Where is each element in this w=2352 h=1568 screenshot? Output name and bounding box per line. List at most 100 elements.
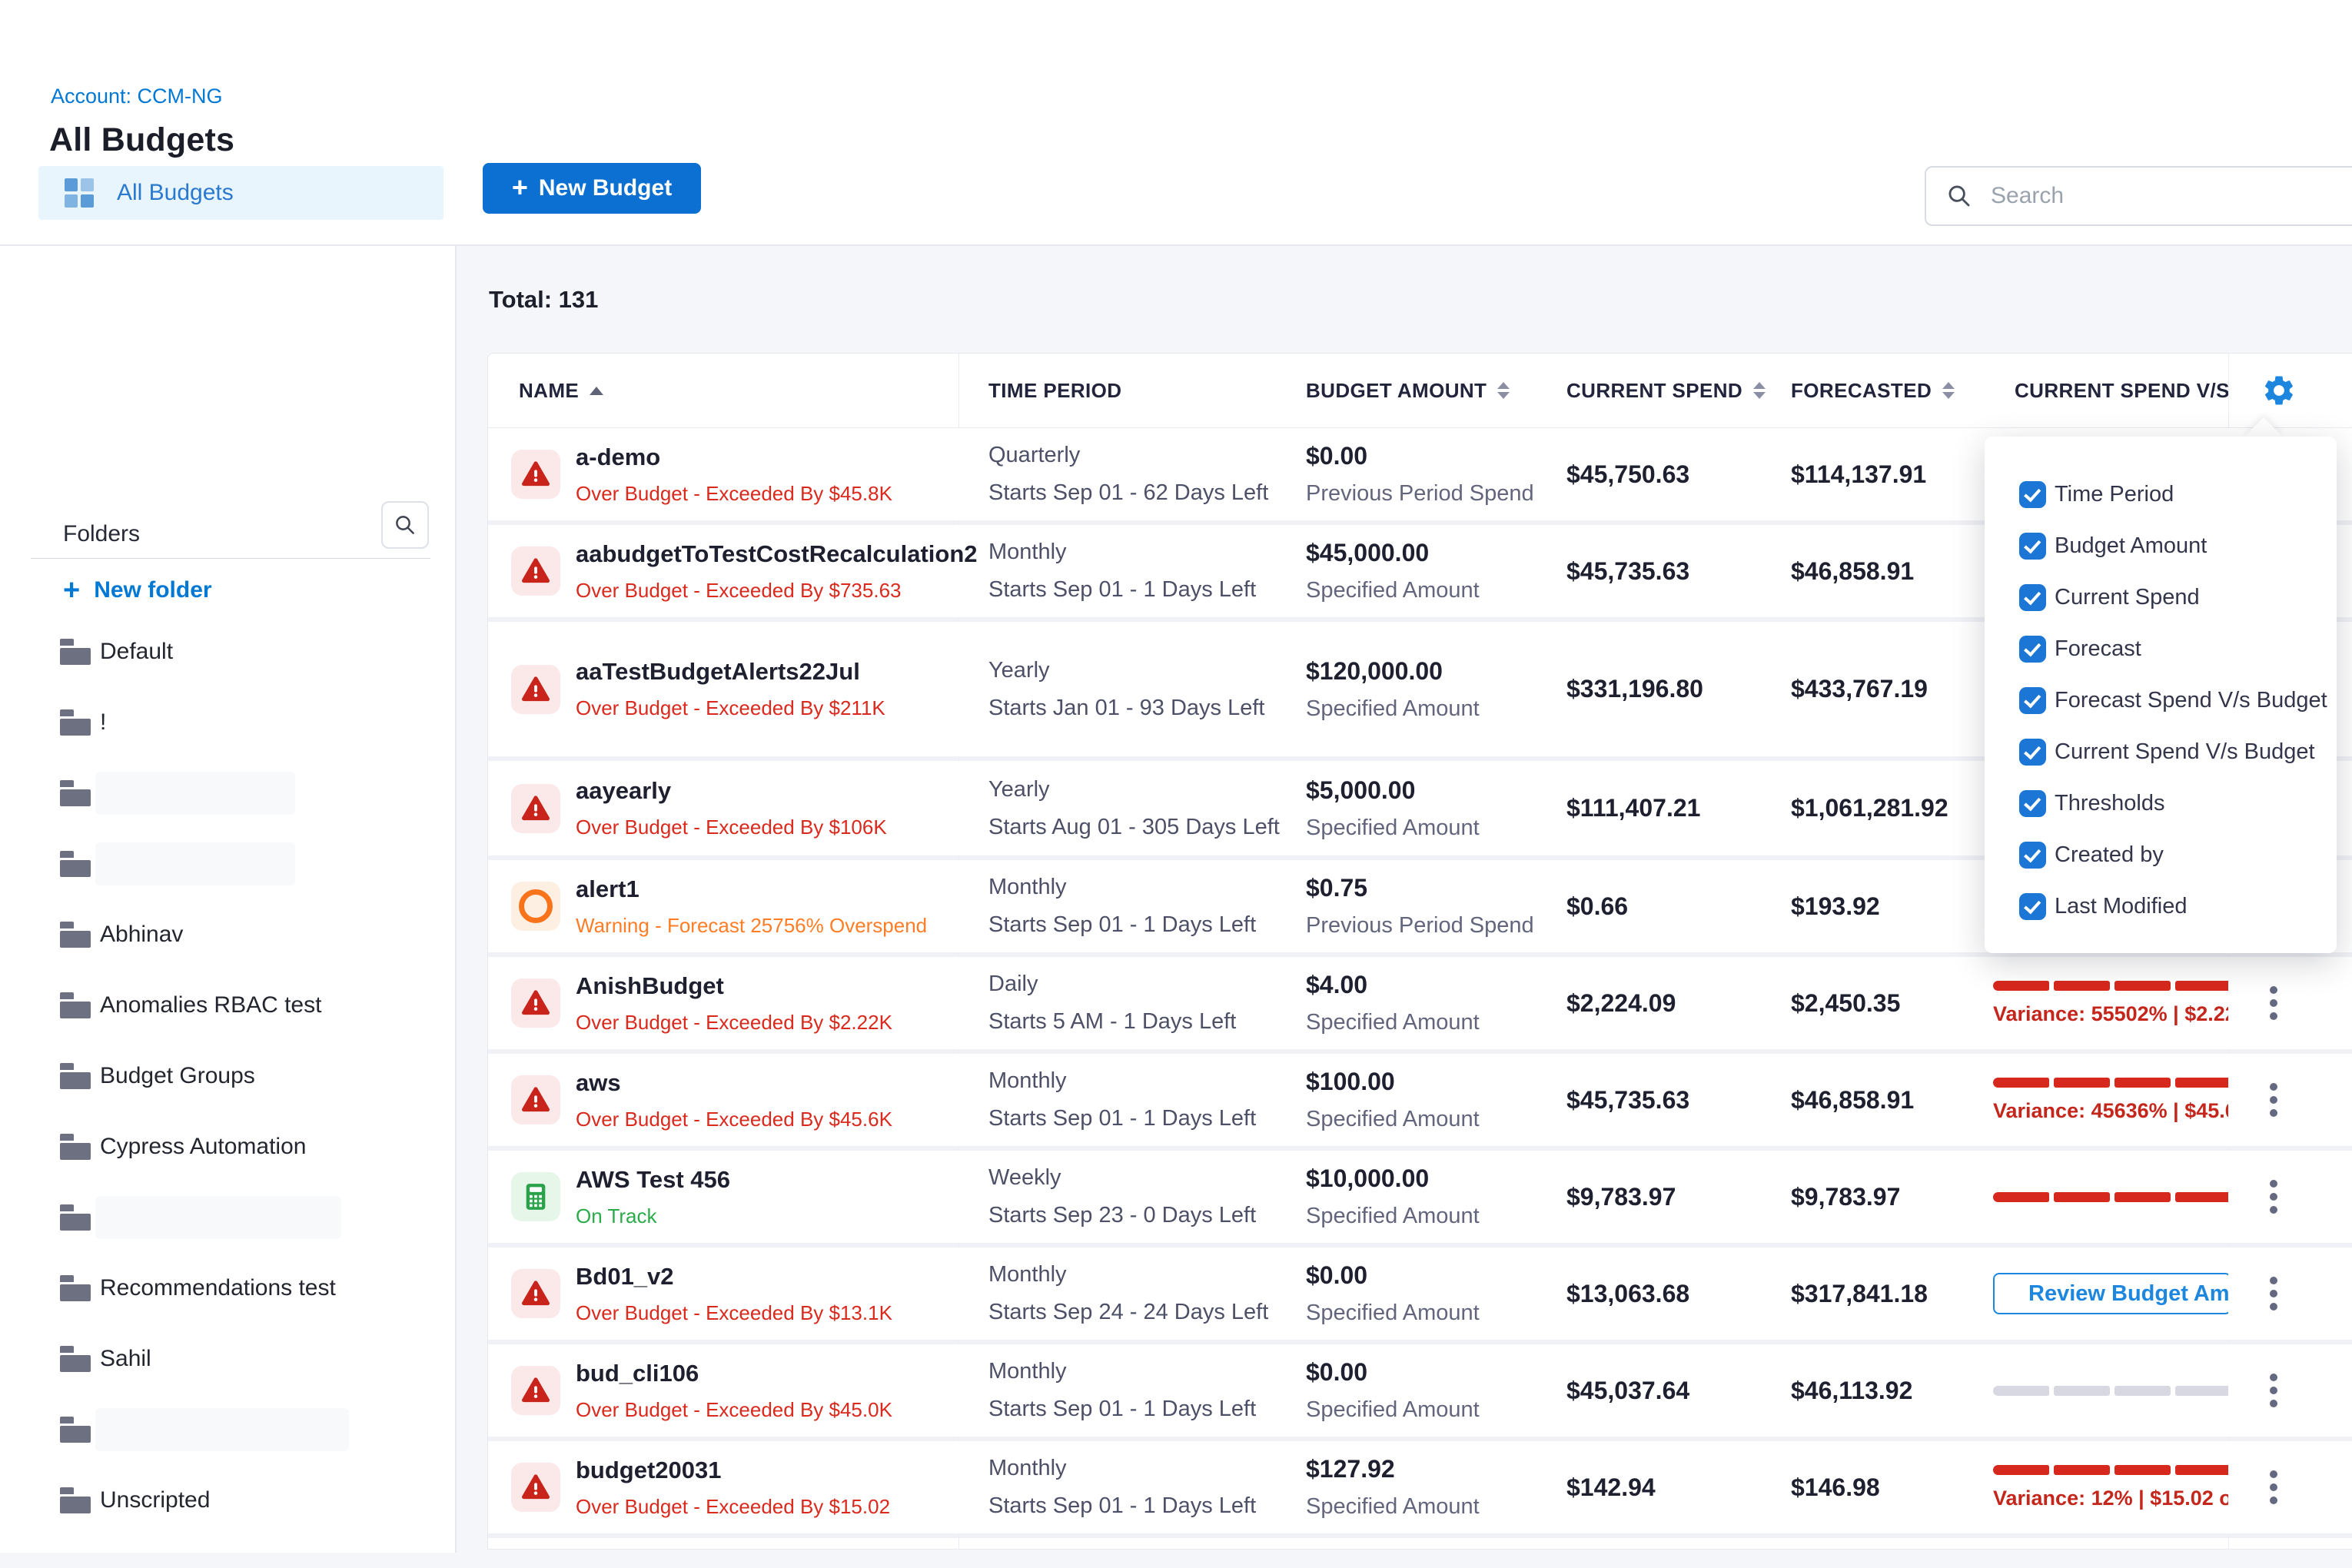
checkbox-checked[interactable] — [2019, 790, 2046, 817]
column-menu-item[interactable]: Last Modified — [1985, 881, 2337, 932]
search-box[interactable] — [1925, 166, 2352, 226]
period-type: Monthly — [988, 1456, 1256, 1481]
budget-name-cell: aabudgetToTestCostRecalculation2Over Bud… — [576, 525, 978, 617]
forecasted: $2,450.35 — [1791, 989, 1900, 1018]
checkbox-checked[interactable] — [2019, 687, 2046, 714]
table-row[interactable]: budget20031Over Budget - Exceeded By $15… — [488, 1441, 2352, 1533]
folder-item[interactable]: Unscripted — [0, 1465, 455, 1536]
new-budget-button[interactable]: + New Budget — [483, 163, 701, 214]
budget-status: Over Budget - Exceeded By $2.22K — [576, 1011, 892, 1035]
checkbox-checked[interactable] — [2019, 739, 2046, 766]
row-menu-kebab-button[interactable] — [2262, 1463, 2285, 1512]
warning-ring-icon — [519, 889, 553, 923]
column-header-name[interactable]: NAME — [519, 354, 603, 427]
folder-item[interactable]: Cypress Automation — [0, 1111, 455, 1182]
checkbox-checked[interactable] — [2019, 636, 2046, 663]
sidebar-item-all-budgets[interactable]: All Budgets — [38, 166, 443, 220]
budget-amount-cell: $0.00Previous Period Spend — [1306, 428, 1534, 520]
account-breadcrumb-link[interactable]: Account: CCM-NG — [51, 85, 223, 108]
folder-item[interactable]: Abhinav — [0, 899, 455, 970]
forecasted-cell: $46,858.91 — [1791, 525, 1914, 617]
table-row[interactable]: awsOver Budget - Exceeded By $45.6KMonth… — [488, 1054, 2352, 1146]
folder-icon — [60, 1487, 91, 1513]
folder-item[interactable] — [0, 758, 455, 829]
checkbox-checked[interactable] — [2019, 481, 2046, 508]
budget-amount-type: Specified Amount — [1306, 1010, 1480, 1035]
column-visibility-menu: Time PeriodBudget AmountCurrent SpendFor… — [1985, 437, 2337, 953]
budget-name: aabudgetToTestCostRecalculation2 — [576, 540, 978, 568]
row-menu-kebab-button[interactable] — [2262, 1075, 2285, 1125]
warning-triangle-icon — [520, 556, 551, 586]
folder-name: Unscripted — [100, 1487, 210, 1513]
budgets-grid-icon — [65, 178, 94, 208]
budget-name-cell: AnishBudgetOver Budget - Exceeded By $2.… — [576, 957, 892, 1049]
table-row[interactable]: bud_cli106Over Budget - Exceeded By $45.… — [488, 1344, 2352, 1437]
time-period-cell: MonthlyStarts Sep 01 - 1 Days Left — [988, 1054, 1256, 1146]
current-spend-cell: $45,735.63 — [1566, 525, 1689, 617]
folder-item[interactable]: Default — [0, 616, 455, 687]
forecasted-cell: $9,783.97 — [1791, 1151, 1900, 1243]
folder-item[interactable]: Budget Groups — [0, 1041, 455, 1111]
checkbox-checked[interactable] — [2019, 842, 2046, 869]
checkbox-checked[interactable] — [2019, 533, 2046, 560]
checkmark-icon — [2024, 793, 2041, 811]
column-header-label: NAME — [519, 379, 579, 403]
column-header-forecasted[interactable]: FORECASTED — [1791, 354, 1955, 427]
current-spend-cell: $111,407.21 — [1566, 761, 1700, 855]
status-icon — [511, 546, 560, 596]
table-header-row: NAMETIME PERIODBUDGET AMOUNTCURRENT SPEN… — [488, 354, 2352, 428]
plus-icon: + — [63, 576, 80, 605]
warning-triangle-icon — [520, 1472, 551, 1503]
folder-item[interactable]: ! — [0, 687, 455, 758]
table-row[interactable]: AWS Test 456On TrackWeeklyStarts Sep 23 … — [488, 1151, 2352, 1243]
row-menu-kebab-button[interactable] — [2262, 1269, 2285, 1318]
budget-amount-cell: $100.00Specified Amount — [1306, 1054, 1480, 1146]
period-detail: Starts Sep 01 - 1 Days Left — [988, 1493, 1256, 1519]
column-menu-item[interactable]: Time Period — [1985, 469, 2337, 520]
budget-amount-type: Specified Amount — [1306, 816, 1480, 841]
folder-icon — [60, 1346, 91, 1372]
table-row[interactable]: AnishBudgetOver Budget - Exceeded By $2.… — [488, 957, 2352, 1049]
current-spend: $111,407.21 — [1566, 794, 1700, 822]
column-menu-item[interactable]: Current Spend — [1985, 572, 2337, 623]
column-menu-item[interactable]: Budget Amount — [1985, 520, 2337, 572]
folder-item[interactable] — [0, 1394, 455, 1465]
folder-search-button[interactable] — [381, 501, 429, 549]
table-row[interactable]: Bd01_v2Over Budget - Exceeded By $13.1KM… — [488, 1247, 2352, 1340]
budget-amount-cell: $120,000.00Specified Amount — [1306, 622, 1480, 756]
search-input[interactable] — [1989, 182, 2284, 210]
row-menu-kebab-button[interactable] — [2262, 978, 2285, 1028]
row-menu-kebab-button[interactable] — [2262, 1366, 2285, 1415]
sort-icon — [1942, 382, 1955, 399]
column-menu-item[interactable]: Current Spend V/s Budget — [1985, 726, 2337, 778]
folder-item[interactable]: Anomalies RBAC test — [0, 970, 455, 1041]
column-header-current-spend[interactable]: CURRENT SPEND — [1566, 354, 1766, 427]
budget-status: Over Budget - Exceeded By $211K — [576, 696, 885, 720]
current-spend: $45,037.64 — [1566, 1377, 1689, 1405]
column-menu-item[interactable]: Thresholds — [1985, 778, 2337, 829]
period-detail: Starts Sep 01 - 1 Days Left — [988, 577, 1256, 603]
checkbox-checked[interactable] — [2019, 893, 2046, 920]
row-menu-kebab-button[interactable] — [2262, 1172, 2285, 1221]
spend-vs-budget-cell: Variance: 55502% | $2.22K over — [1993, 957, 2228, 1049]
column-menu-item[interactable]: Forecast — [1985, 623, 2337, 675]
period-detail: Starts Sep 01 - 1 Days Left — [988, 1106, 1256, 1131]
folder-item[interactable] — [0, 1182, 455, 1253]
checkbox-checked[interactable] — [2019, 584, 2046, 611]
folder-item[interactable]: Recommendations test — [0, 1253, 455, 1324]
current-spend: $45,750.63 — [1566, 460, 1689, 489]
folder-item[interactable] — [0, 829, 455, 899]
column-header-budget-amount[interactable]: BUDGET AMOUNT — [1306, 354, 1510, 427]
column-menu-item[interactable]: Forecast Spend V/s Budget — [1985, 675, 2337, 726]
budget-amount-cell: $10,000.00Specified Amount — [1306, 1151, 1480, 1243]
folder-icon — [60, 851, 91, 877]
column-settings-gear-button[interactable] — [2256, 354, 2302, 427]
spend-vs-budget-cell: Variance: 45636% | $45.6K over — [1993, 1054, 2228, 1146]
folder-item[interactable]: abcd — [0, 1536, 455, 1553]
column-menu-item[interactable]: Created by — [1985, 829, 2337, 881]
folder-item[interactable]: Sahil — [0, 1324, 455, 1394]
budget-status: Over Budget - Exceeded By $45.8K — [576, 482, 892, 506]
folder-icon — [60, 1204, 91, 1231]
new-folder-button[interactable]: + New folder — [63, 572, 212, 609]
review-budget-amount-button[interactable]: Review Budget Amount — [1993, 1273, 2228, 1314]
